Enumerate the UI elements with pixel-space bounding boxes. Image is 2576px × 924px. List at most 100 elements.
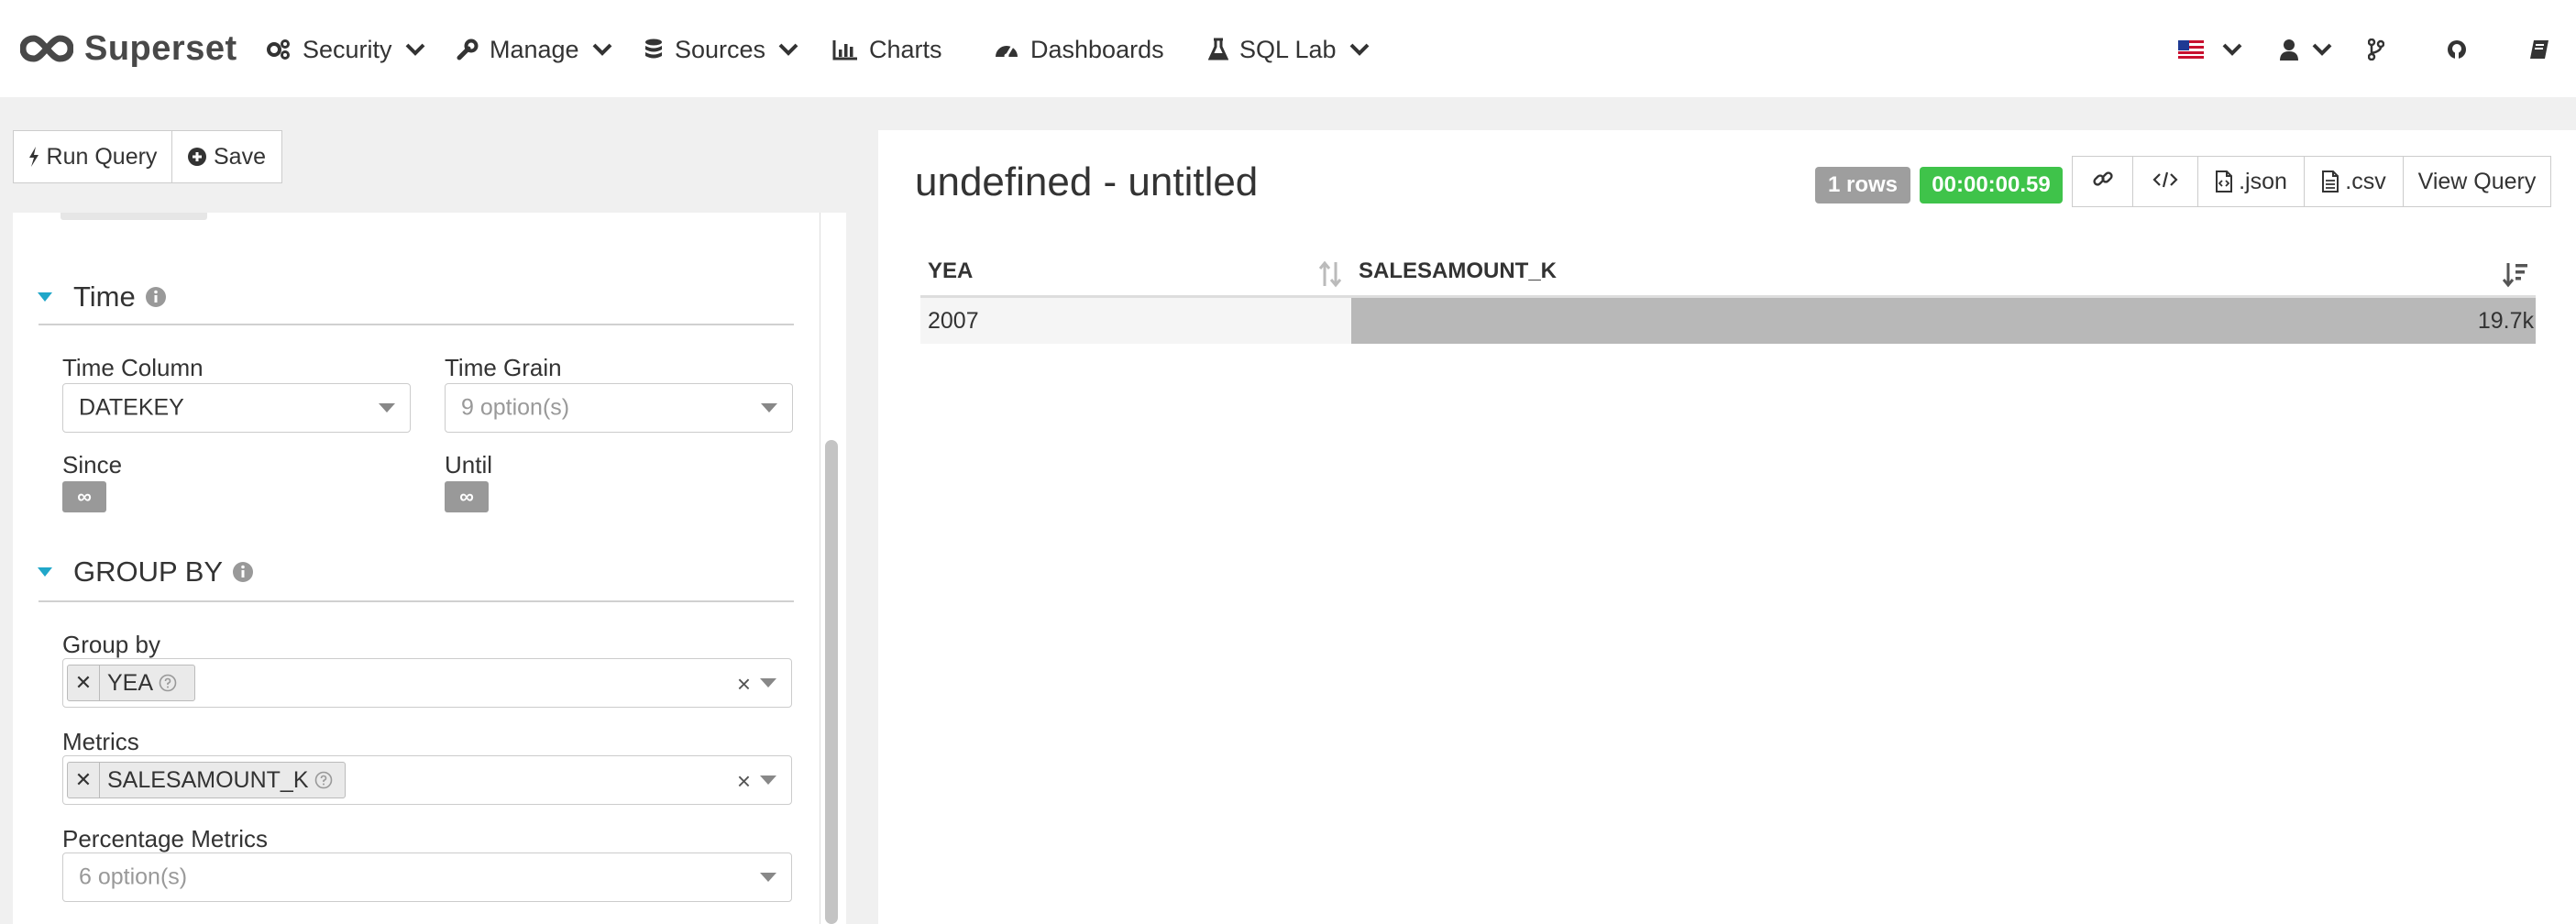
database-icon: [644, 38, 664, 61]
us-flag-icon: [2178, 40, 2204, 59]
time-section-header[interactable]: Time: [37, 280, 167, 314]
info-circle-icon: [145, 286, 167, 308]
chevron-down-icon: [2312, 43, 2332, 56]
results-panel: [878, 130, 2576, 924]
section-divider: [39, 600, 794, 602]
question-circle-icon: [314, 771, 333, 789]
nav-security[interactable]: Security: [266, 28, 425, 72]
section-divider: [39, 324, 794, 325]
remove-tag-icon[interactable]: ✕: [68, 763, 100, 798]
since-value-badge[interactable]: ∞: [62, 481, 106, 512]
chevron-down-icon: [2222, 43, 2242, 56]
language-dropdown[interactable]: [2178, 28, 2242, 72]
nav-dashboards-label: Dashboards: [1030, 35, 1164, 63]
export-csv-button[interactable]: .csv: [2304, 156, 2404, 207]
user-menu[interactable]: [2279, 28, 2332, 72]
book-icon: [2528, 38, 2550, 60]
save-button[interactable]: Save: [171, 130, 282, 183]
export-json-label: .json: [2239, 168, 2287, 194]
code-branch-icon: [2368, 38, 2384, 60]
export-json-button[interactable]: .json: [2197, 156, 2305, 207]
until-value-badge[interactable]: ∞: [445, 481, 489, 512]
brand-name: Superset: [84, 28, 237, 68]
time-section-title: Time: [73, 280, 136, 313]
file-text-icon: [2321, 170, 2339, 192]
column-header-salesamount-k[interactable]: SALESAMOUNT_K: [1359, 258, 1557, 284]
dropdown-arrow-icon: [760, 776, 776, 785]
question-circle-icon: [159, 674, 177, 692]
groupby-section-header[interactable]: GROUP BY: [37, 556, 254, 588]
chart-title: undefined - untitled: [915, 160, 1259, 204]
time-column-select[interactable]: DATEKEY: [62, 383, 411, 433]
bar-chart-icon: [832, 38, 858, 60]
nav-security-label: Security: [303, 35, 392, 63]
dropdown-arrow-icon: [379, 403, 395, 412]
top-navbar: Superset Security Manage Sources Charts …: [0, 0, 2576, 97]
chevron-down-icon: [1349, 43, 1370, 56]
clear-all-icon[interactable]: ×: [737, 670, 751, 698]
code-icon: [2152, 169, 2178, 195]
nav-sources-label: Sources: [675, 35, 766, 63]
user-icon: [2279, 38, 2299, 60]
sort-amount-desc-icon[interactable]: [2502, 260, 2528, 292]
nav-charts[interactable]: Charts: [832, 28, 942, 72]
bolt-icon: [28, 147, 39, 167]
time-grain-label: Time Grain: [445, 354, 562, 381]
dropdown-arrow-icon: [760, 678, 776, 688]
metrics-tag: ✕ SALESAMOUNT_K: [67, 762, 346, 798]
percentage-metrics-select[interactable]: 6 option(s): [62, 852, 792, 902]
export-csv-label: .csv: [2345, 168, 2386, 194]
save-label: Save: [214, 143, 266, 170]
time-grain-select[interactable]: 9 option(s): [445, 383, 793, 433]
column-header-yea[interactable]: YEA: [928, 258, 973, 284]
time-column-label: Time Column: [62, 354, 204, 381]
cell-yea: 2007: [928, 308, 979, 334]
percentage-metrics-label: Percentage Metrics: [62, 825, 268, 852]
group-by-label: Group by: [62, 631, 160, 658]
clear-all-icon[interactable]: ×: [737, 767, 751, 796]
groupby-section-title: GROUP BY: [73, 556, 224, 588]
percentage-metrics-placeholder: 6 option(s): [79, 864, 188, 890]
cogs-icon: [266, 38, 292, 60]
cell-salesamount-k: 19.7k: [2477, 308, 2534, 334]
group-by-tag-label: YEA: [107, 669, 154, 696]
chevron-down-icon: [592, 43, 612, 56]
chevron-down-icon: [778, 43, 798, 56]
caret-down-icon: [37, 566, 53, 578]
brand-logo[interactable]: Superset: [20, 26, 237, 72]
since-label: Since: [62, 451, 123, 478]
metrics-select[interactable]: ✕ SALESAMOUNT_K ×: [62, 755, 792, 805]
nav-dashboards[interactable]: Dashboards: [994, 28, 1164, 72]
time-grain-placeholder: 9 option(s): [461, 394, 570, 421]
version-branch-link[interactable]: [2368, 28, 2384, 72]
flask-icon: [1208, 38, 1228, 61]
run-query-button[interactable]: Run Query: [13, 130, 172, 183]
nav-sql-lab[interactable]: SQL Lab: [1208, 28, 1370, 72]
caret-down-icon: [37, 292, 53, 302]
nav-manage[interactable]: Manage: [457, 28, 612, 72]
view-query-label: View Query: [2417, 168, 2537, 194]
wrench-icon: [457, 38, 479, 60]
superset-logo-icon: [20, 35, 73, 62]
remove-tag-icon[interactable]: ✕: [68, 666, 100, 700]
run-query-label: Run Query: [46, 143, 158, 170]
file-code-icon: [2215, 170, 2233, 192]
group-by-select[interactable]: ✕ YEA ×: [62, 658, 792, 708]
nav-sources[interactable]: Sources: [644, 28, 798, 72]
github-link[interactable]: [2446, 28, 2468, 72]
copy-link-button[interactable]: [2072, 156, 2133, 207]
view-query-button[interactable]: View Query: [2403, 156, 2551, 207]
chevron-down-icon: [405, 43, 425, 56]
panel-scrollbar-thumb[interactable]: [825, 440, 838, 924]
plus-circle-icon: [188, 148, 206, 166]
nav-charts-label: Charts: [869, 35, 942, 63]
documentation-link[interactable]: [2528, 28, 2550, 72]
nav-manage-label: Manage: [490, 35, 579, 63]
embed-code-button[interactable]: [2132, 156, 2198, 207]
nav-sql-lab-label: SQL Lab: [1239, 35, 1337, 63]
row-count-badge: 1 rows: [1815, 167, 1910, 204]
github-icon: [2446, 38, 2468, 60]
sort-icon[interactable]: [1318, 260, 1342, 292]
dashboard-gauge-icon: [994, 38, 1019, 60]
group-by-tag: ✕ YEA: [67, 665, 195, 701]
